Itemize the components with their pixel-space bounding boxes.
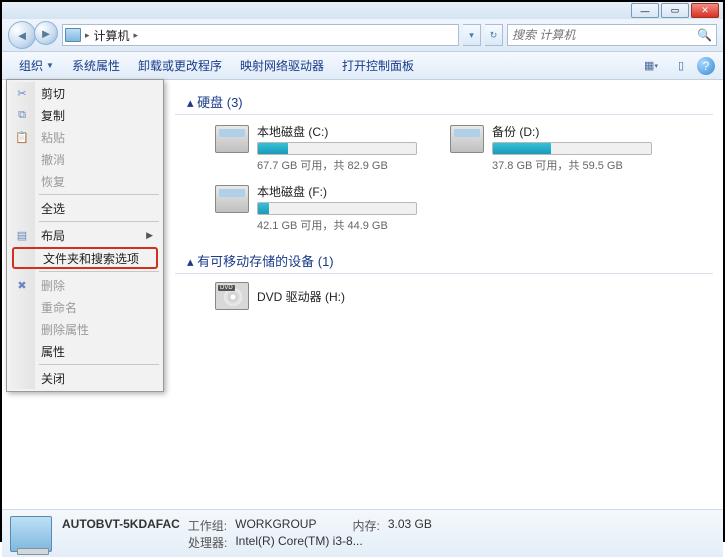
menu-redo: 恢复 bbox=[9, 170, 161, 192]
nav-bar: ◄ ► ▸ 计算机 ▸ ▾ ↻ 🔍 bbox=[2, 19, 723, 52]
menu-close[interactable]: 关闭 bbox=[9, 367, 161, 389]
menu-layout[interactable]: ▤布局▶ bbox=[9, 224, 161, 246]
drive-stats: 42.1 GB 可用，共 44.9 GB bbox=[257, 217, 430, 233]
help-button[interactable]: ? bbox=[697, 57, 715, 75]
dvd-icon: DVD bbox=[215, 282, 249, 310]
cut-icon: ✂ bbox=[15, 86, 29, 100]
breadcrumb-root[interactable]: 计算机 bbox=[94, 27, 130, 44]
cpu-label: 处理器: bbox=[188, 534, 227, 551]
details-pane: AUTOBVT-5KDAFAC 工作组: WORKGROUP 内存: 3.03 … bbox=[2, 509, 723, 557]
menu-select-all[interactable]: 全选 bbox=[9, 197, 161, 219]
workgroup-value: WORKGROUP bbox=[235, 517, 316, 534]
address-dropdown-button[interactable]: ▾ bbox=[463, 24, 481, 46]
drive-c[interactable]: 本地磁盘 (C:) 67.7 GB 可用，共 82.9 GB bbox=[215, 123, 430, 173]
hdd-icon bbox=[215, 185, 249, 213]
usage-bar bbox=[492, 142, 652, 155]
usage-bar bbox=[257, 202, 417, 215]
usage-bar bbox=[257, 142, 417, 155]
layout-icon: ▤ bbox=[15, 228, 29, 242]
uninstall-button[interactable]: 卸载或更改程序 bbox=[129, 53, 231, 78]
address-bar[interactable]: ▸ 计算机 ▸ bbox=[62, 24, 459, 46]
drive-stats: 67.7 GB 可用，共 82.9 GB bbox=[257, 157, 430, 173]
drive-stats: 37.8 GB 可用，共 59.5 GB bbox=[492, 157, 665, 173]
paste-icon: 📋 bbox=[15, 130, 29, 144]
menu-undo: 撤消 bbox=[9, 148, 161, 170]
main-panel: ▴ 硬盘 (3) 本地磁盘 (C:) 67.7 GB 可用，共 82.9 GB … bbox=[165, 80, 723, 509]
search-icon: 🔍 bbox=[697, 28, 712, 42]
refresh-button[interactable]: ↻ bbox=[485, 24, 503, 46]
map-drive-button[interactable]: 映射网络驱动器 bbox=[231, 53, 333, 78]
minimize-button[interactable]: — bbox=[631, 3, 659, 18]
drive-d[interactable]: 备份 (D:) 37.8 GB 可用，共 59.5 GB bbox=[450, 123, 665, 173]
computer-name: AUTOBVT-5KDAFAC bbox=[62, 517, 180, 534]
window-titlebar: — ▭ ✕ bbox=[2, 2, 723, 19]
menu-paste: 📋粘贴 bbox=[9, 126, 161, 148]
hdd-section-header[interactable]: ▴ 硬盘 (3) bbox=[187, 92, 713, 111]
menu-properties[interactable]: 属性 bbox=[9, 340, 161, 362]
search-input[interactable] bbox=[512, 28, 693, 42]
search-box[interactable]: 🔍 bbox=[507, 24, 717, 46]
menu-copy[interactable]: ⧉复制 bbox=[9, 104, 161, 126]
hdd-icon bbox=[215, 125, 249, 153]
drive-label: 本地磁盘 (C:) bbox=[257, 123, 430, 140]
computer-large-icon bbox=[10, 516, 52, 552]
menu-folder-options[interactable]: 文件夹和搜索选项 bbox=[12, 247, 158, 269]
copy-icon: ⧉ bbox=[15, 108, 29, 122]
computer-icon bbox=[65, 28, 81, 42]
forward-button[interactable]: ► bbox=[34, 21, 58, 45]
close-button[interactable]: ✕ bbox=[691, 3, 719, 18]
preview-pane-button[interactable]: ▯ bbox=[667, 55, 695, 77]
back-button[interactable]: ◄ bbox=[8, 21, 36, 49]
drive-label: 本地磁盘 (F:) bbox=[257, 183, 430, 200]
drive-label: 备份 (D:) bbox=[492, 123, 665, 140]
memory-value: 3.03 GB bbox=[388, 517, 432, 534]
organize-menu: ✂剪切 ⧉复制 📋粘贴 撤消 恢复 全选 ▤布局▶ 文件夹和搜索选项 ✖删除 重… bbox=[6, 79, 164, 392]
drive-f[interactable]: 本地磁盘 (F:) 42.1 GB 可用，共 44.9 GB bbox=[215, 183, 430, 233]
system-properties-button[interactable]: 系统属性 bbox=[63, 53, 129, 78]
breadcrumb-arrow: ▸ bbox=[134, 30, 139, 41]
content-area: ▴ 硬盘 (3) 本地磁盘 (C:) 67.7 GB 可用，共 82.9 GB … bbox=[2, 80, 723, 509]
delete-icon: ✖ bbox=[15, 278, 29, 292]
menu-remove-props: 删除属性 bbox=[9, 318, 161, 340]
hdd-icon bbox=[450, 125, 484, 153]
dvd-drive[interactable]: DVD DVD 驱动器 (H:) bbox=[215, 282, 713, 310]
memory-label: 内存: bbox=[352, 517, 379, 534]
maximize-button[interactable]: ▭ bbox=[661, 3, 689, 18]
command-bar: 组织▼ 系统属性 卸载或更改程序 映射网络驱动器 打开控制面板 ▦▾ ▯ ? bbox=[2, 52, 723, 80]
menu-cut[interactable]: ✂剪切 bbox=[9, 82, 161, 104]
cpu-value: Intel(R) Core(TM) i3-8... bbox=[235, 534, 362, 551]
workgroup-label: 工作组: bbox=[188, 517, 227, 534]
breadcrumb-arrow: ▸ bbox=[85, 30, 90, 41]
organize-button[interactable]: 组织▼ bbox=[10, 53, 63, 78]
menu-delete: ✖删除 bbox=[9, 274, 161, 296]
submenu-arrow-icon: ▶ bbox=[146, 230, 153, 241]
removable-section-header[interactable]: ▴ 有可移动存储的设备 (1) bbox=[187, 251, 713, 270]
menu-rename: 重命名 bbox=[9, 296, 161, 318]
control-panel-button[interactable]: 打开控制面板 bbox=[333, 53, 423, 78]
view-mode-button[interactable]: ▦▾ bbox=[637, 55, 665, 77]
drive-label: DVD 驱动器 (H:) bbox=[257, 288, 345, 305]
